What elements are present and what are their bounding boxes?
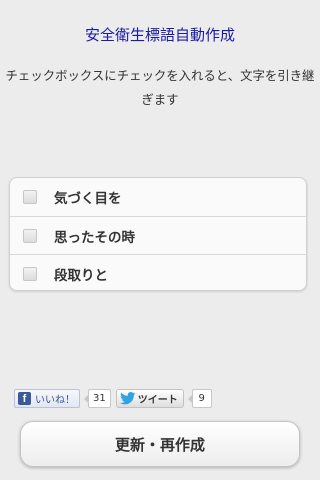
twitter-bird-icon [119, 392, 136, 405]
social-share-bar: f いいね！ 31 ツイート 9 [14, 389, 212, 408]
facebook-icon: f [18, 392, 31, 405]
regenerate-button[interactable]: 更新・再作成 [20, 421, 300, 467]
page-title: 安全衛生標語自動作成 [84, 26, 235, 44]
checkbox[interactable] [23, 228, 37, 243]
checkbox[interactable] [23, 190, 37, 204]
like-count: 31 [84, 389, 111, 408]
checklist-item-label: 段取りと [54, 267, 108, 284]
tweet-button[interactable]: ツイート [115, 389, 184, 408]
slogan-checklist: 気づく目を 思ったその時 段取りと [9, 177, 307, 291]
tweet-label: ツイート [137, 395, 178, 406]
page-description: チェックボックスにチェックを入れると、文字を引き継ぎます [5, 68, 315, 107]
tweet-count: 9 [187, 389, 212, 408]
checklist-item[interactable]: 気づく目を [10, 178, 306, 216]
checkbox[interactable] [23, 266, 37, 281]
like-label: いいね！ [35, 395, 75, 406]
checklist-item[interactable]: 思ったその時 [10, 216, 306, 254]
checklist-item-label: 気づく目を [54, 191, 122, 207]
facebook-like-button[interactable]: f いいね！ [14, 389, 80, 408]
checklist-item-label: 思ったその時 [54, 229, 135, 246]
checklist-item[interactable]: 段取りと [10, 254, 306, 290]
page: 安全衛生標語自動作成 チェックボックスにチェックを入れると、文字を引き継ぎます … [0, 0, 320, 480]
